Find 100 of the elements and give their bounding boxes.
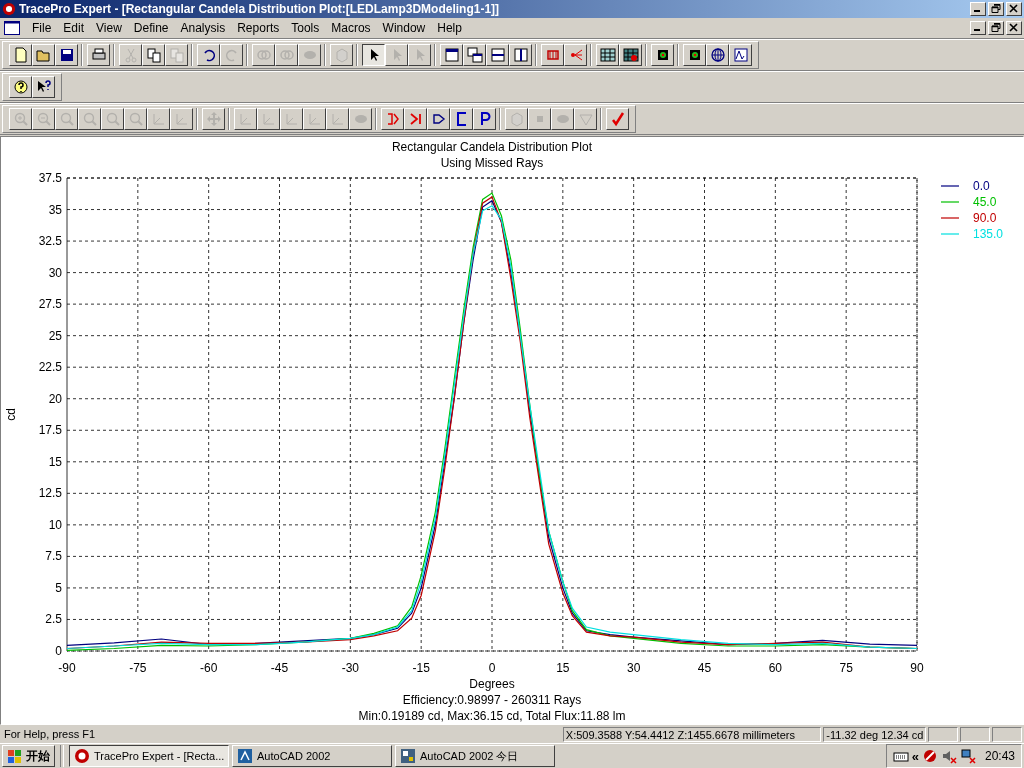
taskbar-button[interactable]: AutoCAD 2002 今日 [395, 745, 555, 767]
tick-label: 27.5 [38, 297, 62, 312]
tick-label: -75 [129, 660, 147, 675]
plot-note: Efficiency:0.98997 - 260311 Rays [402, 692, 582, 707]
axis-title: cd [4, 408, 18, 421]
app-icon [74, 748, 90, 764]
close-button[interactable] [1006, 20, 1022, 35]
tick-label: 0 [488, 660, 496, 675]
tick-label: 37.5 [38, 170, 62, 185]
new-file-icon [12, 46, 29, 63]
window-title: TracePro Expert - [Rectangular Candela Distribution Plot:[LEDLamp3DModeling1-1]] [19, 2, 501, 16]
window-icon [443, 46, 460, 63]
cube-icon [508, 110, 525, 127]
tick-label: 75 [839, 660, 853, 675]
tick-label: 10 [48, 517, 62, 532]
tick-label: 5 [55, 580, 62, 595]
minimize-button[interactable] [970, 2, 986, 16]
tick-label: -15 [412, 660, 430, 675]
status-pane [992, 726, 1022, 742]
help-icon [35, 78, 52, 95]
tick-label: 45 [697, 660, 712, 675]
chart-title: Rectangular Candela Distribution Plot [391, 139, 593, 154]
tick-label: 32.5 [38, 234, 62, 248]
start-button[interactable]: 开始 [2, 745, 55, 767]
menu-item[interactable]: Define [127, 20, 175, 35]
tick-label: -30 [341, 660, 359, 675]
legend-label: 90.0 [973, 210, 997, 225]
tick-label: 22.5 [38, 360, 62, 375]
toolbar-button[interactable] [362, 43, 385, 66]
cube-icon [333, 46, 350, 63]
tick-label: 15 [556, 660, 570, 675]
menu-item[interactable]: Macros [325, 20, 377, 35]
status-pane: X:509.3588 Y:54.4412 Z:1455.6678 millimeters [562, 726, 822, 742]
magnifier-icon [58, 110, 75, 127]
magnifier-icon [104, 110, 121, 127]
zoom-in-icon [12, 110, 29, 127]
printer-icon [90, 46, 107, 63]
tick-label: 30 [48, 265, 62, 280]
close-icon [1009, 4, 1019, 14]
tick-label: 7.5 [45, 549, 62, 564]
globe-icon [709, 46, 726, 63]
move-icon [205, 110, 222, 127]
minimize-button[interactable] [970, 20, 986, 35]
copy-icon [145, 46, 162, 63]
menu-item[interactable]: Analysis [174, 20, 232, 35]
menu-item[interactable]: Tools [285, 20, 326, 35]
menu-item[interactable]: Help [431, 20, 468, 35]
restore-icon [991, 23, 1001, 33]
taskbar-button[interactable]: TracePro Expert - [Recta... [69, 745, 229, 767]
zoom-out-icon [35, 110, 52, 127]
app-icon [400, 748, 416, 764]
status-pane: For Help, press F1 [3, 726, 97, 742]
tile-icon [489, 46, 506, 63]
cascade-icon [466, 46, 483, 63]
check-icon [609, 110, 626, 127]
plot-note: Min:0.19189 cd, Max:36.15 cd, Total Flux:11.88 lm [358, 708, 626, 723]
grid-icon [599, 46, 616, 63]
scissors-icon [122, 46, 139, 63]
menu-item[interactable]: Reports [231, 20, 286, 35]
tick-label: 35 [48, 202, 62, 217]
restore-icon [991, 4, 1001, 14]
restore-button[interactable] [988, 20, 1004, 35]
tick-label: 60 [768, 660, 782, 675]
tick-label: 20 [48, 391, 62, 406]
document-icon[interactable] [4, 20, 20, 35]
menu-item[interactable]: Edit [57, 20, 91, 35]
tick-label: 17.5 [38, 423, 62, 438]
app-icon [2, 2, 16, 16]
legend-label: 135.0 [973, 226, 1004, 241]
tick-label: 12.5 [38, 486, 62, 501]
tick-label: -90 [58, 660, 76, 675]
menu-item[interactable]: File [26, 20, 58, 35]
chart-icon [732, 46, 749, 63]
tick-label: -45 [270, 660, 289, 675]
tick-label: 25 [48, 328, 62, 343]
tick-label: -60 [200, 660, 218, 675]
clipboard-icon [168, 46, 185, 63]
tick-label: 15 [48, 454, 62, 469]
status-pane [928, 726, 959, 742]
status-pane [960, 726, 991, 742]
tick-label: 0 [55, 643, 62, 658]
menu-item[interactable]: Window [376, 20, 432, 35]
legend-label: 45.0 [973, 194, 997, 209]
tick-label: 2.5 [45, 612, 62, 627]
grid-icon [622, 46, 639, 63]
restore-button[interactable] [988, 2, 1004, 16]
shield-icon[interactable] [921, 748, 938, 764]
menu-item[interactable]: View [90, 20, 128, 35]
windows-logo-icon [7, 748, 23, 764]
taskbar-button[interactable]: AutoCAD 2002 [232, 745, 392, 767]
axis-title: Degrees [469, 676, 515, 691]
network-icon[interactable] [959, 748, 976, 764]
speaker-icon[interactable] [940, 748, 957, 764]
status-pane: -11.32 deg 12.34 cd [823, 726, 927, 742]
chart-title: Using Missed Rays [440, 155, 544, 170]
clock: 20:43 [984, 749, 1015, 763]
tray-expand-button[interactable]: « [911, 748, 919, 764]
tile-icon [512, 46, 529, 63]
app-icon [237, 748, 253, 764]
close-button[interactable] [1006, 2, 1022, 16]
